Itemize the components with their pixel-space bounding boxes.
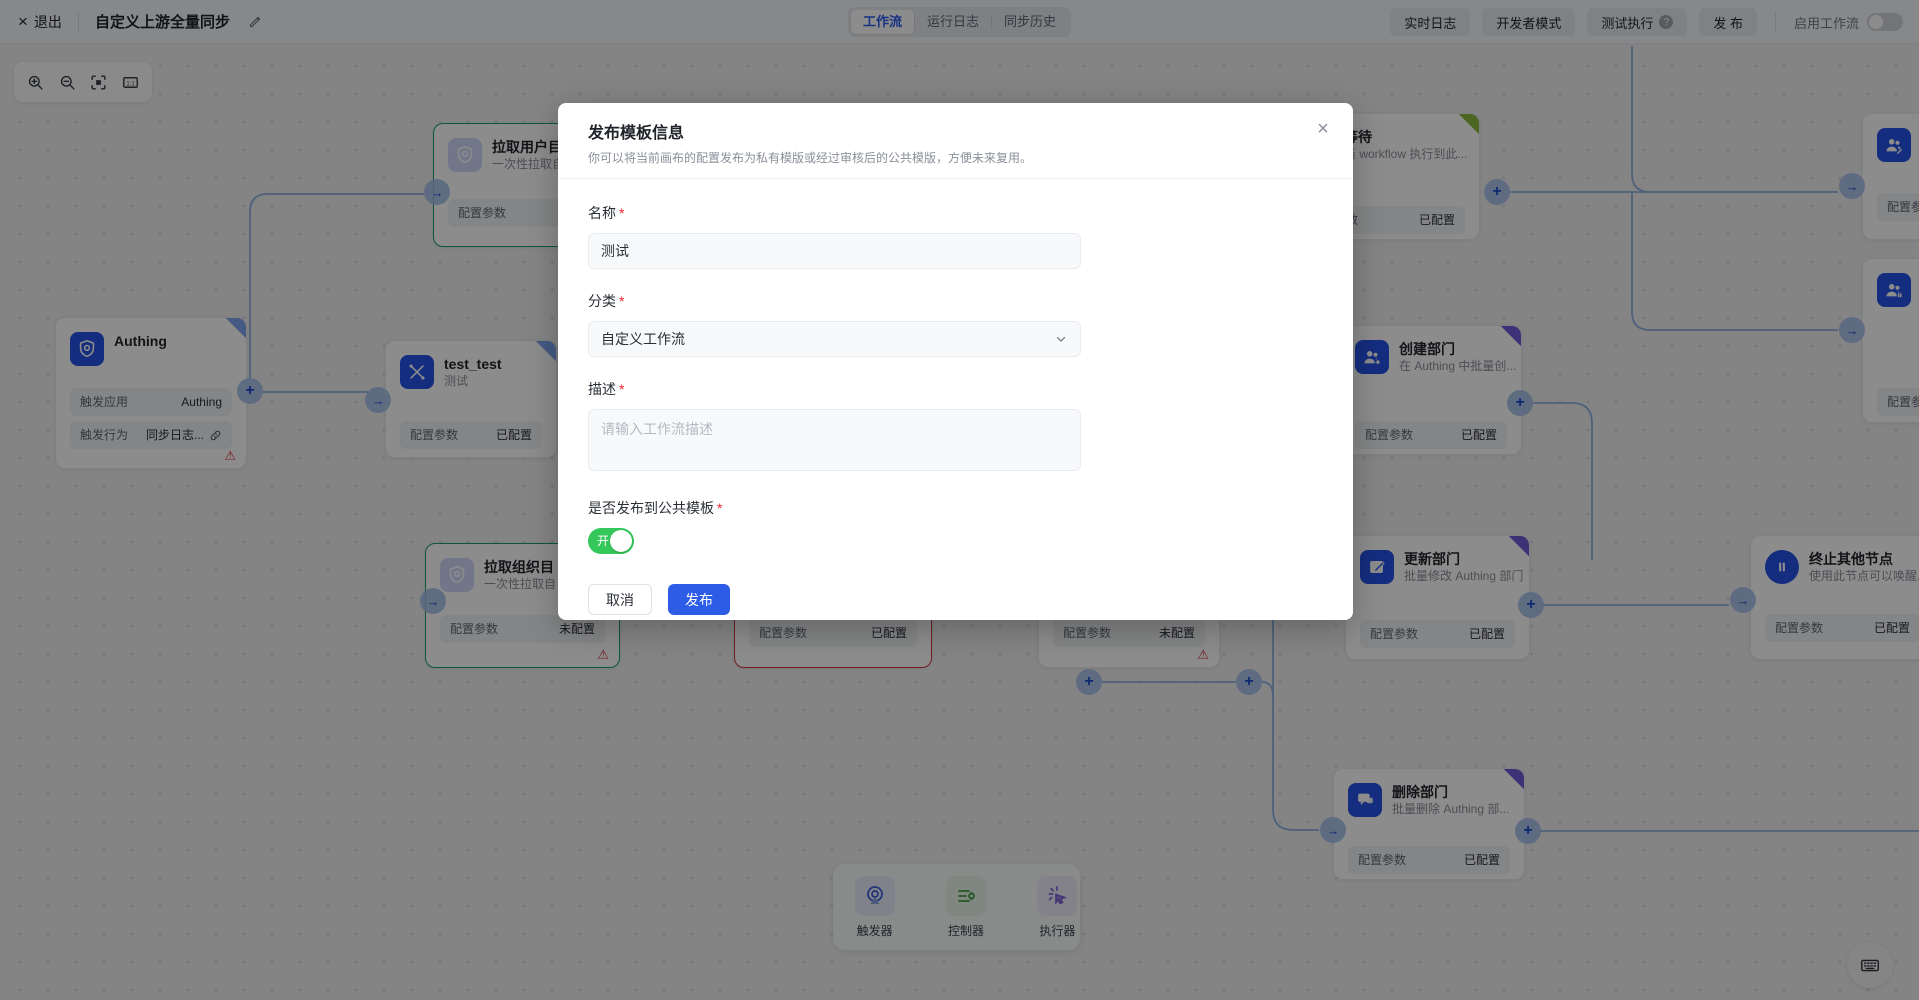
description-textarea[interactable] bbox=[588, 409, 1081, 471]
chevron-down-icon bbox=[1054, 332, 1068, 346]
public-template-label: 是否发布到公共模板* bbox=[588, 498, 1323, 518]
category-select[interactable]: 自定义工作流 bbox=[588, 321, 1081, 357]
required-star: * bbox=[619, 381, 624, 397]
name-field-label: 名称* bbox=[588, 203, 1323, 223]
workflow-editor-screen: × 退出 自定义上游全量同步 工作流 运行日志 同步历史 实时日志 开发者模式 … bbox=[0, 0, 1919, 1000]
publish-button[interactable]: 发布 bbox=[668, 584, 730, 615]
public-template-toggle[interactable]: 开 bbox=[588, 528, 634, 554]
cancel-button[interactable]: 取消 bbox=[588, 584, 652, 615]
required-star: * bbox=[619, 205, 624, 221]
modal-title: 发布模板信息 bbox=[588, 119, 1323, 143]
toggle-on-text: 开 bbox=[597, 534, 609, 548]
publish-template-modal: 发布模板信息 你可以将当前画布的配置发布为私有模版或经过审核后的公共模版，方便未… bbox=[558, 103, 1353, 620]
required-star: * bbox=[619, 293, 624, 309]
modal-close-icon[interactable]: × bbox=[1311, 117, 1335, 141]
name-input[interactable] bbox=[588, 233, 1081, 269]
modal-subtitle: 你可以将当前画布的配置发布为私有模版或经过审核后的公共模版，方便未来复用。 bbox=[588, 149, 1323, 166]
category-value: 自定义工作流 bbox=[601, 329, 685, 349]
description-field-label: 描述* bbox=[588, 379, 1323, 399]
category-field-label: 分类* bbox=[588, 291, 1323, 311]
required-star: * bbox=[717, 500, 722, 516]
